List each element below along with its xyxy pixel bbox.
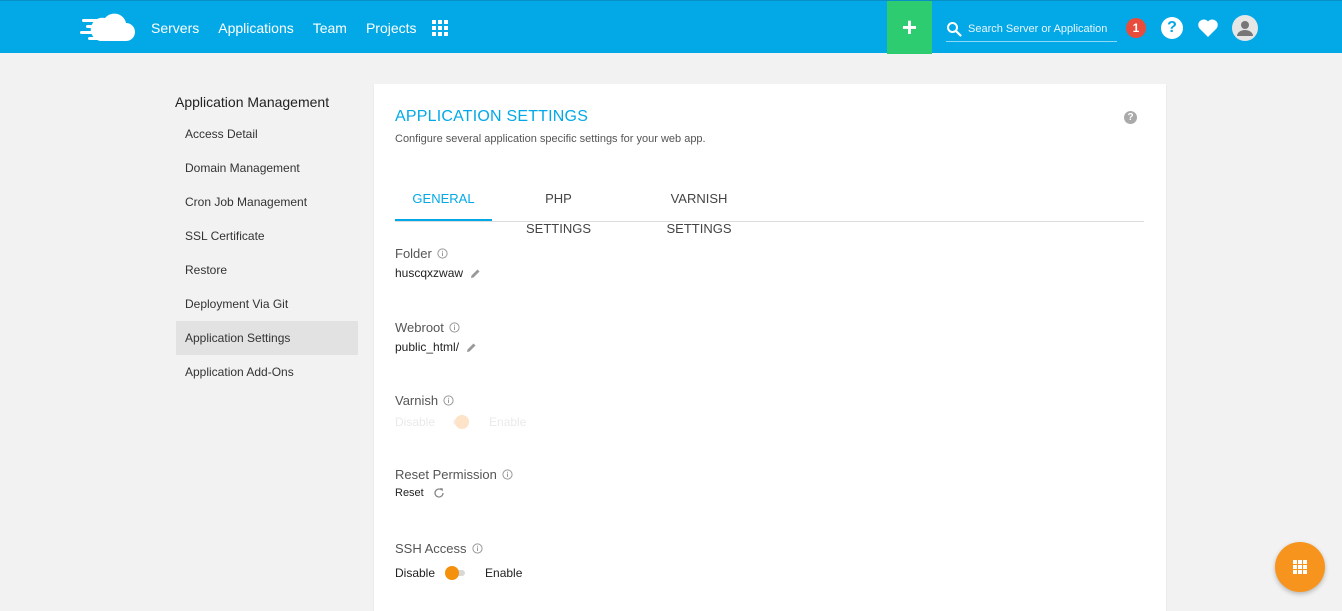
reset-permission-label: Reset Permission — [395, 467, 497, 482]
notification-badge[interactable]: 1 — [1126, 18, 1146, 38]
floating-apps-button[interactable] — [1275, 542, 1325, 592]
sidebar-item-domain-management[interactable]: Domain Management — [176, 151, 358, 185]
sidebar-item-ssl-certificate[interactable]: SSL Certificate — [176, 219, 358, 253]
folder-value: huscqxzwaw — [395, 266, 464, 280]
sidebar-item-deployment-via-git[interactable]: Deployment Via Git — [176, 287, 358, 321]
ssh-access-field: SSH Access Disable Enable — [395, 541, 522, 580]
pencil-icon[interactable] — [470, 268, 481, 279]
refresh-icon[interactable] — [433, 487, 445, 499]
main-nav: Servers Applications Team Projects — [151, 1, 436, 54]
pencil-icon[interactable] — [466, 342, 477, 353]
nav-projects[interactable]: Projects — [366, 20, 417, 36]
info-icon[interactable] — [437, 248, 448, 259]
webroot-value: public_html/ — [395, 340, 460, 354]
settings-tabs: GENERAL PHP SETTINGS VARNISH SETTINGS — [395, 184, 1144, 236]
info-icon[interactable] — [443, 395, 454, 406]
ssh-enable-label: Enable — [485, 566, 523, 580]
heart-icon[interactable] — [1197, 18, 1219, 38]
info-icon[interactable] — [502, 469, 513, 480]
tab-general[interactable]: GENERAL — [395, 184, 492, 221]
tab-php-settings[interactable]: PHP SETTINGS — [512, 184, 605, 236]
varnish-enable-label: Enable — [489, 415, 527, 429]
help-icon[interactable]: ? — [1161, 17, 1183, 39]
varnish-toggle[interactable] — [449, 415, 471, 429]
sidebar-item-access-detail[interactable]: Access Detail — [176, 117, 358, 151]
help-icon[interactable]: ? — [1124, 111, 1137, 124]
sidebar-item-restore[interactable]: Restore — [176, 253, 358, 287]
folder-label: Folder — [395, 246, 432, 261]
apps-grid-icon[interactable] — [432, 20, 448, 36]
sidebar-menu: Access Detail Domain Management Cron Job… — [176, 117, 358, 389]
webroot-label: Webroot — [395, 320, 444, 335]
page-subtitle: Configure several application specific s… — [395, 133, 706, 145]
user-avatar-icon[interactable] — [1232, 15, 1258, 41]
sidebar-item-application-settings[interactable]: Application Settings — [176, 321, 358, 355]
nav-applications[interactable]: Applications — [218, 20, 294, 36]
apps-grid-icon — [1293, 560, 1307, 574]
varnish-disable-label: Disable — [395, 415, 436, 429]
add-button[interactable]: + — [887, 1, 932, 54]
nav-servers[interactable]: Servers — [151, 20, 199, 36]
settings-card: APPLICATION SETTINGS Configure several a… — [374, 84, 1166, 611]
info-icon[interactable] — [471, 543, 483, 554]
cloudways-logo-icon[interactable] — [80, 11, 136, 43]
top-navbar: Servers Applications Team Projects + 1 ? — [0, 0, 1342, 54]
info-icon[interactable] — [449, 322, 460, 333]
ssh-access-label: SSH Access — [395, 541, 467, 556]
page-title: APPLICATION SETTINGS — [395, 108, 589, 125]
search-input[interactable] — [968, 22, 1113, 35]
tab-varnish-settings[interactable]: VARNISH SETTINGS — [641, 184, 757, 236]
sidebar-title: Application Management — [175, 94, 330, 110]
webroot-field: Webroot public_html/ — [395, 320, 477, 354]
varnish-field: Varnish Disable Enable — [395, 393, 526, 429]
ssh-disable-label: Disable — [395, 566, 436, 580]
search-box — [946, 16, 1117, 42]
sidebar-item-cron-job-management[interactable]: Cron Job Management — [176, 185, 358, 219]
ssh-access-toggle[interactable] — [445, 566, 467, 580]
nav-team[interactable]: Team — [313, 20, 347, 36]
reset-permission-field: Reset Permission Reset — [395, 467, 513, 499]
varnish-label: Varnish — [395, 393, 439, 408]
reset-permission-button[interactable]: Reset — [395, 487, 424, 499]
sidebar-item-application-add-ons[interactable]: Application Add-Ons — [176, 355, 358, 389]
search-icon[interactable] — [946, 21, 962, 37]
folder-field: Folder huscqxzwaw — [395, 246, 481, 280]
